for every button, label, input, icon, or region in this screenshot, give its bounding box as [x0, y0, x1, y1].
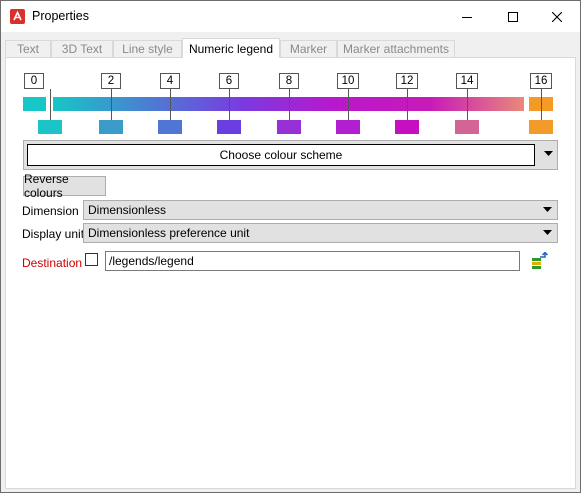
- colour-scheme-row: Choose colour scheme: [23, 140, 558, 170]
- legend-tick-line: [289, 89, 290, 120]
- legend-tick-label: 4: [160, 73, 180, 89]
- title-bar: Properties: [1, 1, 580, 32]
- destination-value: /legends/legend: [109, 254, 194, 268]
- destination-input[interactable]: /legends/legend: [105, 251, 520, 271]
- legend-tick-label: 10: [337, 73, 359, 89]
- chevron-down-icon[interactable]: [544, 151, 553, 157]
- gradient-bar-start: [23, 97, 46, 111]
- legend-tick-line: [348, 89, 349, 120]
- legend-tick-line: [111, 89, 112, 120]
- legend-colour-swatch[interactable]: [455, 120, 479, 134]
- maximize-button[interactable]: [490, 1, 536, 32]
- app-logo-icon: [10, 9, 25, 24]
- legend-colour-swatch[interactable]: [158, 120, 182, 134]
- legend-tick-label: 12: [396, 73, 418, 89]
- legend-tick-label: 0: [24, 73, 44, 89]
- reverse-colours-button[interactable]: Reverse colours: [23, 172, 106, 200]
- destination-checkbox[interactable]: [85, 253, 98, 266]
- legend-tick-line: [170, 89, 171, 120]
- choose-colour-scheme-button[interactable]: Choose colour scheme: [27, 144, 535, 166]
- display-unit-select[interactable]: Dimensionless preference unit: [83, 223, 558, 243]
- legend-colour-swatch[interactable]: [217, 120, 241, 134]
- dimension-value: Dimensionless: [88, 203, 167, 217]
- legend-tick-line: [541, 89, 542, 120]
- legend-colour-swatch[interactable]: [38, 120, 62, 134]
- tab-marker[interactable]: Marker: [280, 40, 337, 57]
- legend-colour-swatch[interactable]: [277, 120, 301, 134]
- legend-colour-swatch[interactable]: [99, 120, 123, 134]
- dimension-select[interactable]: Dimensionless: [83, 200, 558, 220]
- legend-tick-label: 6: [219, 73, 239, 89]
- properties-window: Properties Text 3D Text Line style Numer…: [0, 0, 581, 493]
- close-icon: [552, 11, 562, 22]
- legend-tick-label: 8: [279, 73, 299, 89]
- legend-tick-line: [50, 89, 51, 120]
- maximize-icon: [508, 11, 518, 22]
- legend-tick-label: 2: [101, 73, 121, 89]
- minimize-button[interactable]: [444, 1, 490, 32]
- legend-tick-label: 16: [530, 73, 552, 89]
- legend-colour-swatch[interactable]: [529, 120, 553, 134]
- legend-tick-line: [467, 89, 468, 120]
- chevron-down-icon: [543, 230, 552, 235]
- dimension-label: Dimension: [22, 204, 79, 218]
- display-unit-value: Dimensionless preference unit: [88, 226, 250, 240]
- chevron-down-icon: [543, 207, 552, 212]
- minimize-icon: [462, 16, 472, 18]
- legend-tick-line: [229, 89, 230, 120]
- legend-colour-swatch[interactable]: [395, 120, 419, 134]
- window-title: Properties: [32, 9, 89, 23]
- tab-line-style[interactable]: Line style: [113, 40, 182, 57]
- tab-3d-text[interactable]: 3D Text: [51, 40, 113, 57]
- tab-text[interactable]: Text: [5, 40, 51, 57]
- tab-numeric-legend[interactable]: Numeric legend: [182, 38, 280, 58]
- legend-colour-swatch[interactable]: [336, 120, 360, 134]
- tab-marker-attachments[interactable]: Marker attachments: [337, 40, 455, 57]
- display-unit-label: Display unit: [22, 227, 85, 241]
- legend-tick-line: [407, 89, 408, 120]
- legend-tick-label: 14: [456, 73, 478, 89]
- close-button[interactable]: [534, 1, 580, 32]
- destination-label: Destination: [22, 256, 83, 270]
- tab-strip: Text 3D Text Line style Numeric legend M…: [1, 38, 580, 58]
- browse-tree-icon[interactable]: [531, 252, 549, 272]
